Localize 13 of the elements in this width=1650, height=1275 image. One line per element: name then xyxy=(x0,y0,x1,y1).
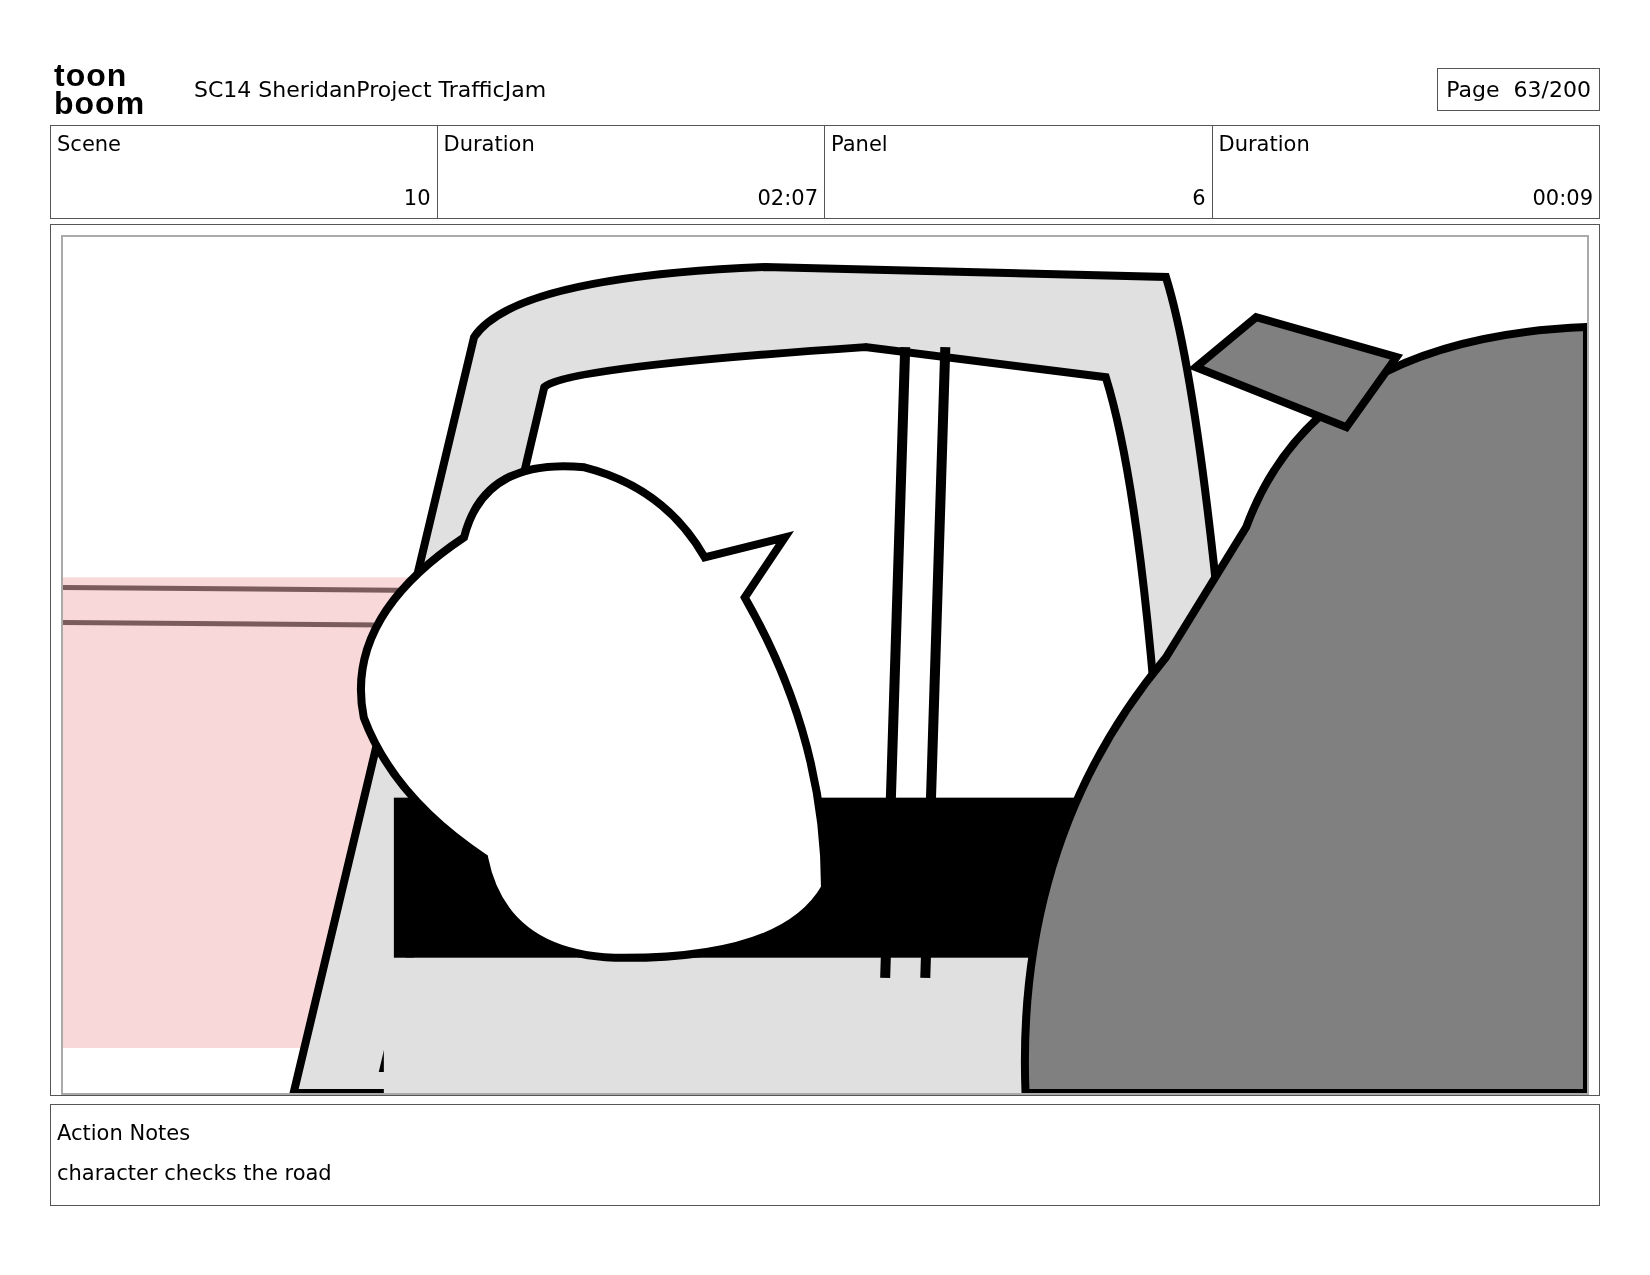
page-number: Page 63/200 xyxy=(1437,67,1600,111)
column-header: Duration xyxy=(1218,132,1311,156)
notes-text: character checks the road xyxy=(57,1160,333,1187)
column-header: Duration xyxy=(443,132,536,156)
cell-value: 10 xyxy=(403,186,431,210)
column-header: Scene xyxy=(57,132,123,156)
notes-label: Action Notes xyxy=(57,1120,192,1147)
column-header: Panel xyxy=(831,132,889,156)
cell-value: 02:07 xyxy=(757,186,818,210)
cell-value: 6 xyxy=(1192,186,1206,210)
project-title: SC14 SheridanProject TrafficJam xyxy=(194,76,548,102)
logo: toon boom xyxy=(54,61,147,117)
cell-value: 00:09 xyxy=(1532,186,1593,210)
